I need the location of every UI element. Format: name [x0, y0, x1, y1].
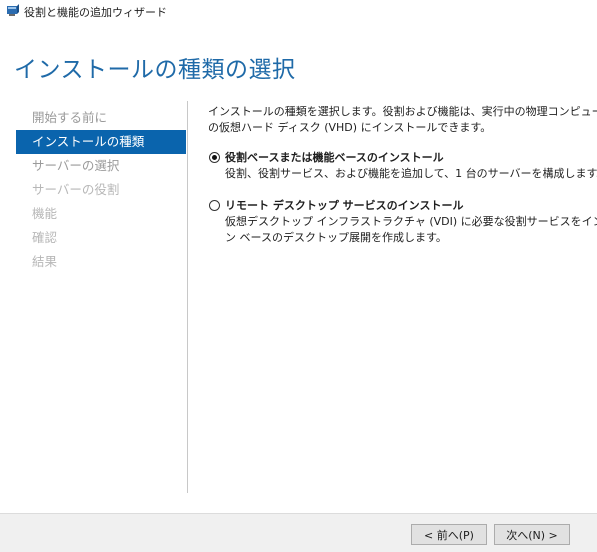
window-title: 役割と機能の追加ウィザード: [24, 6, 167, 19]
sidebar-item-before-you-begin[interactable]: 開始する前に: [0, 106, 186, 130]
role-based-option-label[interactable]: 役割ベースまたは機能ベースのインストール: [225, 150, 597, 166]
previous-button[interactable]: < 前へ(P): [411, 524, 487, 545]
sidebar-item-features: 機能: [32, 206, 58, 221]
sidebar-item-confirmation: 確認: [32, 230, 58, 245]
remote-desktop-option-description-line-2: ン ベースのデスクトップ展開を作成します。: [225, 231, 447, 244]
title-bar: 役割と機能の追加ウィザード: [0, 0, 597, 22]
wizard-step-list: 開始する前に インストールの種類 サーバーの選択 サーバーの役割 機能 確認 結…: [0, 106, 186, 274]
sidebar-divider: [187, 101, 188, 493]
remote-desktop-option-label[interactable]: リモート デスクトップ サービスのインストール: [225, 198, 597, 214]
sidebar-item-server-selection[interactable]: サーバーの選択: [0, 154, 186, 178]
sidebar-item-server-roles: サーバーの役割: [32, 182, 120, 197]
wizard-footer: < 前へ(P) 次へ(N) >: [0, 513, 597, 552]
server-manager-icon: [7, 4, 19, 16]
remote-desktop-radio[interactable]: [209, 200, 220, 211]
remote-desktop-option-description-line-1: 仮想デスクトップ インフラストラクチャ (VDI) に必要な役割サービスをインス…: [225, 215, 597, 228]
option-remote-desktop-installation[interactable]: リモート デスクトップ サービスのインストール 仮想デスクトップ インフラストラ…: [208, 198, 597, 246]
radio-selected-dot: [212, 155, 217, 160]
page-title: インストールの種類の選択: [14, 57, 296, 83]
role-based-option-description: 役割、役割サービス、および機能を追加して、1 台のサーバーを構成します。: [225, 167, 597, 180]
sidebar-item-installation-type[interactable]: インストールの種類: [16, 130, 186, 154]
next-button[interactable]: 次へ(N) >: [494, 524, 570, 545]
sidebar-item-results: 結果: [32, 254, 58, 269]
content-pane: インストールの種類を選択します。役割および機能は、実行中の物理コンピューター、仮…: [208, 104, 597, 246]
option-role-based-installation[interactable]: 役割ベースまたは機能ベースのインストール 役割、役割サービス、および機能を追加し…: [208, 150, 597, 182]
description-line-1: インストールの種類を選択します。役割および機能は、実行中の物理コンピューター、仮: [208, 105, 597, 118]
description-line-2: の仮想ハード ディスク (VHD) にインストールできます。: [208, 121, 492, 134]
role-based-radio[interactable]: [209, 152, 220, 163]
